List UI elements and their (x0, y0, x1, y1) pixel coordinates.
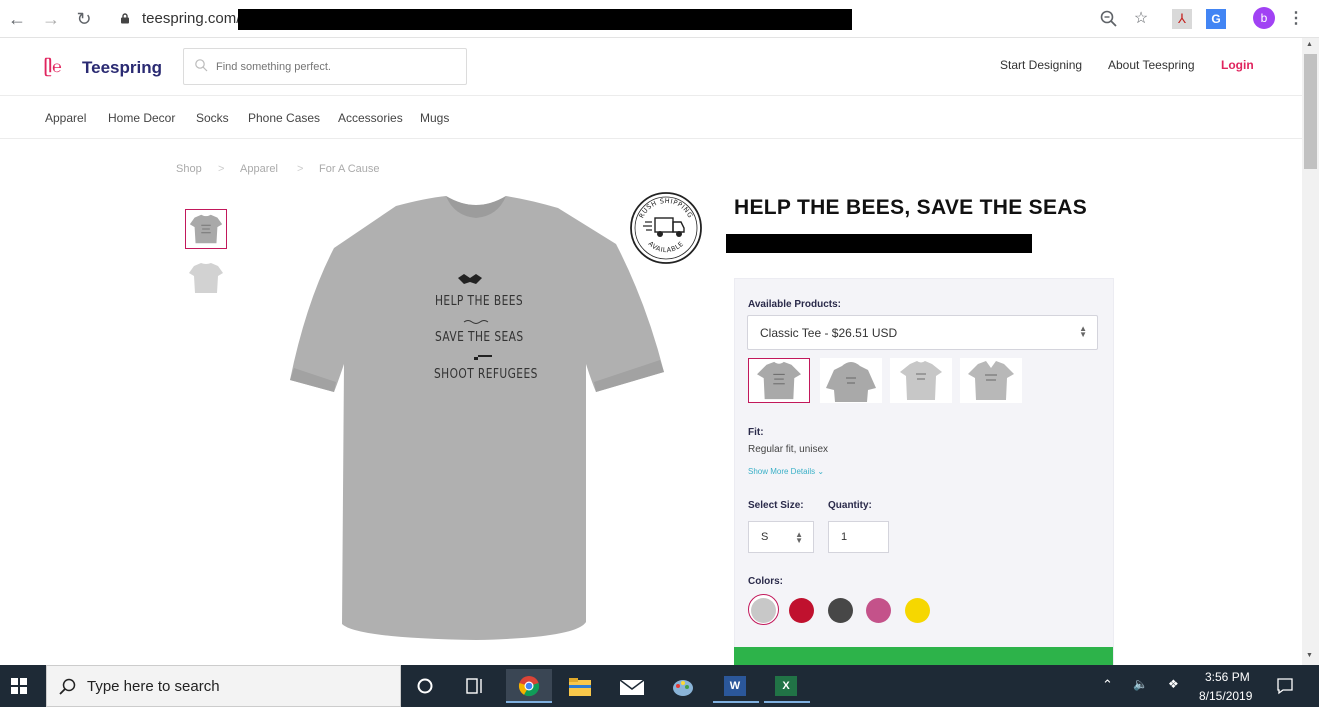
word-icon: W (724, 676, 746, 696)
paint-icon[interactable] (671, 675, 695, 699)
search-icon (59, 678, 76, 695)
category-accessories[interactable]: Accessories (338, 111, 403, 125)
login-link[interactable]: Login (1221, 58, 1254, 72)
taskbar-search-box[interactable]: Type here to search (46, 665, 401, 707)
pdf-extension-icon[interactable]: ⅄ (1172, 9, 1192, 29)
reload-icon[interactable]: ↻ (73, 8, 95, 30)
product-title: HELP THE BEES, SAVE THE SEAS (734, 196, 1088, 219)
search-icon (195, 59, 208, 72)
product-thumbnail-back[interactable] (185, 258, 227, 298)
tray-chevron-up-icon[interactable]: ⌃ (1102, 677, 1113, 693)
category-nav: Apparel Home Decor Socks Phone Cases Acc… (0, 96, 1302, 139)
chrome-taskbar-app[interactable] (506, 669, 552, 703)
scroll-down-icon[interactable]: ▼ (1306, 652, 1313, 659)
task-view-icon[interactable] (466, 677, 486, 695)
chevron-right-icon: > (297, 163, 304, 175)
show-more-text: Show More Details (748, 467, 816, 476)
back-icon[interactable]: ← (6, 8, 28, 30)
forward-icon[interactable]: → (40, 8, 62, 30)
dropbox-icon[interactable]: ❖ (1168, 677, 1179, 691)
cortana-icon[interactable] (416, 677, 434, 695)
size-select-value: S (761, 531, 769, 543)
about-teespring-link[interactable]: About Teespring (1108, 58, 1195, 72)
bookmark-star-icon[interactable]: ☆ (1130, 8, 1152, 30)
product-variant-vneck-tee[interactable] (960, 358, 1022, 403)
product-variant-hoodie[interactable] (820, 358, 882, 403)
product-select-value: Classic Tee - $26.51 USD (760, 326, 898, 340)
select-arrows-icon: ▲ ▼ (1079, 324, 1087, 339)
product-select[interactable]: Classic Tee - $26.51 USD ▲ ▼ (747, 315, 1098, 350)
rush-shipping-badge: RUSH SHIPPING AVAILABLE (630, 192, 702, 264)
mail-icon[interactable] (619, 677, 645, 697)
search-input[interactable] (216, 57, 456, 77)
quantity-label: Quantity: (828, 500, 872, 511)
shirt-print-line-1: HELP THE BEES (435, 294, 524, 309)
word-taskbar-app[interactable]: W (713, 669, 759, 703)
category-mugs[interactable]: Mugs (420, 111, 449, 125)
address-bar[interactable]: teespring.com/ (142, 10, 240, 27)
zoom-icon[interactable] (1098, 8, 1120, 30)
excel-taskbar-app[interactable]: X (764, 669, 810, 703)
chrome-icon (518, 676, 540, 697)
file-explorer-icon[interactable] (568, 677, 592, 697)
start-designing-link[interactable]: Start Designing (1000, 58, 1082, 72)
chevron-right-icon: > (218, 163, 225, 175)
category-apparel[interactable]: Apparel (45, 111, 86, 125)
excel-icon: X (775, 676, 797, 696)
scrollbar-thumb[interactable] (1304, 54, 1317, 169)
category-home-decor[interactable]: Home Decor (108, 111, 175, 125)
product-variant-womens-tee[interactable] (890, 358, 952, 403)
taskbar-date[interactable]: 8/15/2019 (1199, 689, 1252, 703)
breadcrumb-apparel[interactable]: Apparel (240, 163, 278, 175)
select-arrows-icon: ▲ ▼ (795, 530, 803, 545)
add-to-cart-button[interactable] (734, 647, 1113, 667)
available-products-label: Available Products: (748, 299, 841, 310)
color-swatch[interactable] (751, 598, 776, 623)
fit-value: Regular fit, unisex (748, 444, 829, 455)
profile-avatar[interactable]: b (1253, 7, 1275, 29)
color-swatch[interactable] (828, 598, 853, 623)
chevron-down-icon: ⌄ (817, 467, 825, 476)
color-swatch[interactable] (905, 598, 930, 623)
colors-label: Colors: (748, 576, 783, 587)
browser-toolbar: ← → ↻ teespring.com/ ☆ ⅄ G b ⋮ (0, 0, 1319, 38)
windows-taskbar: Type here to search W X ⌃ 🔈 ❖ 3:56 PM 8/… (0, 665, 1319, 707)
select-size-label: Select Size: (748, 500, 804, 511)
shirt-print-line-2: SAVE THE SEAS (435, 330, 524, 345)
windows-start-icon[interactable] (11, 678, 27, 694)
color-swatch[interactable] (866, 598, 891, 623)
category-socks[interactable]: Socks (196, 111, 229, 125)
breadcrumb-shop[interactable]: Shop (176, 163, 202, 175)
scroll-up-icon[interactable]: ▲ (1306, 41, 1313, 48)
logo[interactable]: Teespring (82, 58, 162, 78)
page-scrollbar[interactable]: ▲ ▼ (1302, 38, 1319, 665)
search-box[interactable] (183, 48, 467, 85)
product-image (290, 196, 664, 640)
taskbar-time[interactable]: 3:56 PM (1205, 670, 1250, 684)
breadcrumb-for-a-cause[interactable]: For A Cause (319, 163, 380, 175)
color-swatch[interactable] (789, 598, 814, 623)
show-more-details-link[interactable]: Show More Details ⌄ (748, 467, 824, 476)
redacted-subtitle (726, 234, 1032, 253)
notifications-icon[interactable] (1276, 677, 1294, 695)
fit-label: Fit: (748, 427, 764, 438)
lock-icon (121, 13, 129, 24)
translate-extension-icon[interactable]: G (1206, 9, 1226, 29)
product-variant-classic-tee[interactable] (748, 358, 810, 403)
redacted-url (238, 9, 852, 30)
shirt-print-line-3: SHOOT REFUGEES (434, 367, 538, 382)
taskbar-search-placeholder: Type here to search (87, 678, 220, 695)
volume-icon[interactable]: 🔈 (1133, 677, 1148, 691)
menu-kebab-icon[interactable]: ⋮ (1285, 8, 1307, 30)
quantity-input[interactable] (828, 521, 889, 553)
site-header: ᥫ℮ Teespring Start Designing About Teesp… (0, 38, 1302, 96)
product-thumbnail-front[interactable] (185, 209, 227, 249)
size-select[interactable]: S ▲ ▼ (748, 521, 814, 553)
teespring-logo-icon[interactable]: ᥫ℮ (44, 59, 62, 77)
category-phone-cases[interactable]: Phone Cases (248, 111, 320, 125)
